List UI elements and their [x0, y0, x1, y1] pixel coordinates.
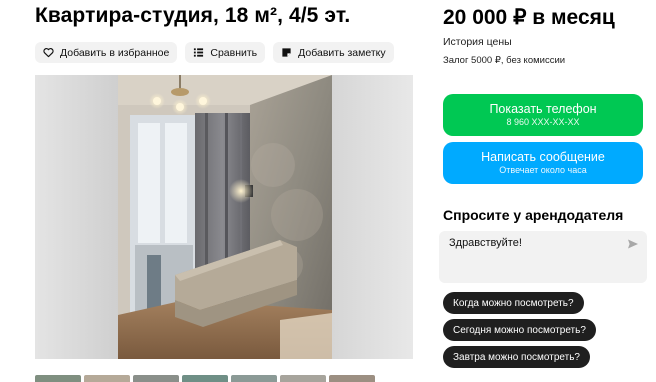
phone-masked: 8 960 XXX-XX-XX [506, 117, 580, 127]
note-icon [281, 47, 292, 58]
heart-icon [43, 47, 54, 58]
write-message-label: Написать сообщение [481, 150, 605, 164]
response-time: Отвечает около часа [499, 165, 587, 175]
thumbnail[interactable] [182, 375, 228, 382]
compare-button[interactable]: Сравнить [185, 42, 266, 63]
compare-label: Сравнить [210, 46, 258, 59]
thumbnail[interactable] [329, 375, 375, 382]
suggested-question[interactable]: Сегодня можно посмотреть? [443, 319, 596, 341]
thumbnail[interactable] [35, 375, 81, 382]
message-input[interactable]: Здравствуйте! [439, 231, 647, 283]
add-note-button[interactable]: Добавить заметку [273, 42, 394, 63]
ask-landlord-title: Спросите у арендодателя [443, 207, 624, 223]
add-to-favorites-label: Добавить в избранное [60, 46, 170, 59]
send-icon[interactable] [627, 238, 639, 250]
thumbnail[interactable] [133, 375, 179, 382]
message-input-value: Здравствуйте! [449, 237, 522, 249]
photo-thumbnails [35, 375, 375, 382]
photo-gallery[interactable] [35, 75, 413, 359]
price-history-link[interactable]: История цены [443, 36, 512, 48]
add-note-label: Добавить заметку [298, 46, 386, 59]
price: 20 000 ₽ в месяц [443, 6, 615, 29]
show-phone-label: Показать телефон [489, 102, 597, 116]
listing-actions: Добавить в избранное Сравнить Добавить з… [35, 42, 394, 63]
write-message-button[interactable]: Написать сообщение Отвечает около часа [443, 142, 643, 184]
thumbnail[interactable] [231, 375, 277, 382]
add-to-favorites-button[interactable]: Добавить в избранное [35, 42, 178, 63]
suggested-question[interactable]: Когда можно посмотреть? [443, 292, 584, 314]
show-phone-button[interactable]: Показать телефон 8 960 XXX-XX-XX [443, 94, 643, 136]
thumbnail[interactable] [84, 375, 130, 382]
thumbnail[interactable] [280, 375, 326, 382]
deposit-info: Залог 5000 ₽, без комиссии [443, 55, 566, 66]
apartment-photo [35, 75, 413, 359]
suggested-question[interactable]: Завтра можно посмотреть? [443, 346, 590, 368]
page-title: Квартира-студия, 18 м², 4/5 эт. [35, 4, 351, 27]
compare-icon [193, 47, 204, 58]
